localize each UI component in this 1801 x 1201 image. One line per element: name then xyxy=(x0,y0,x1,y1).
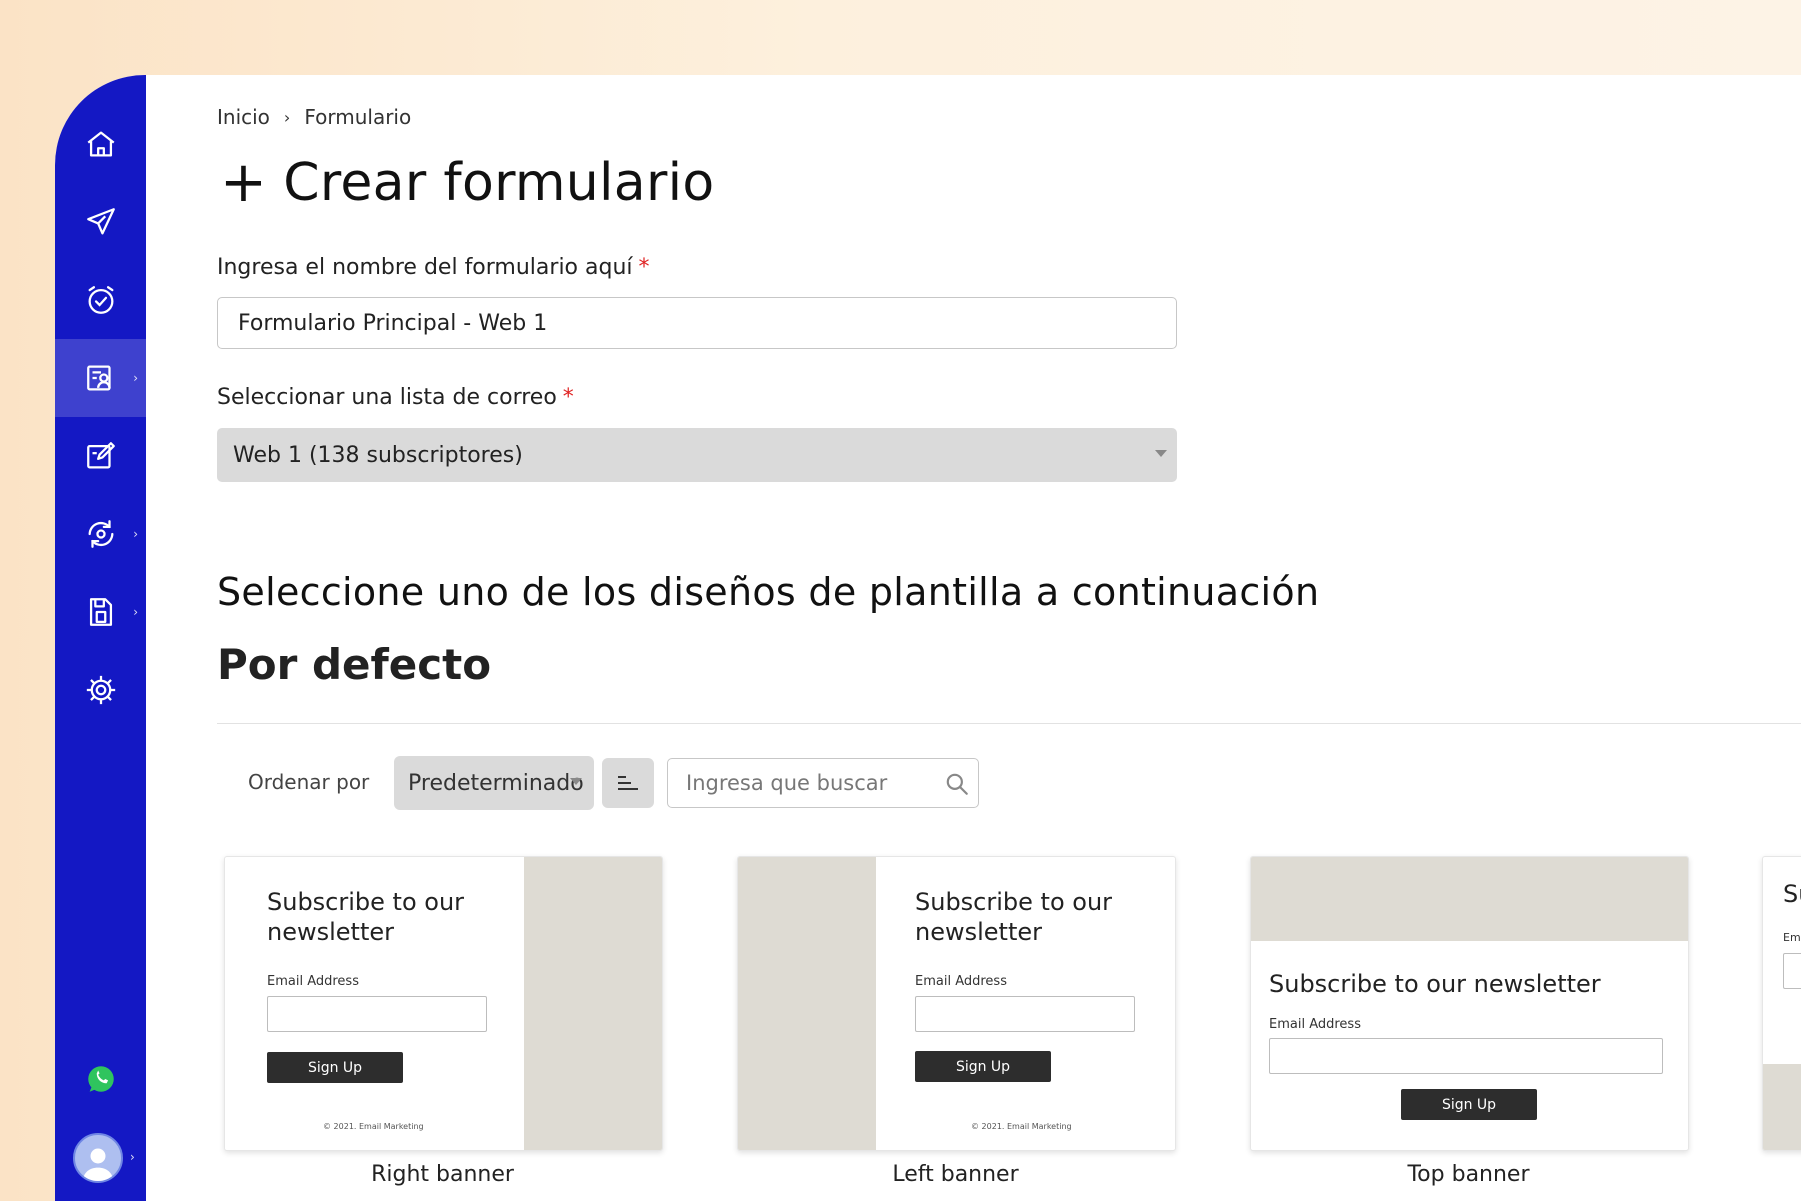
banner-image-placeholder xyxy=(524,857,662,1150)
sidebar-item-editor[interactable] xyxy=(55,417,146,495)
breadcrumb-item-current: Formulario xyxy=(304,105,412,129)
sort-select[interactable]: Predeterminado xyxy=(394,756,594,810)
chevron-right-icon: › xyxy=(130,1150,135,1164)
page-title: + Crear formulario xyxy=(220,150,715,215)
card-signup-button-preview: Sign Up xyxy=(915,1051,1051,1082)
card-email-input-preview xyxy=(1783,953,1801,989)
chevron-right-icon: › xyxy=(133,371,138,385)
sidebar-item-automation[interactable] xyxy=(55,261,146,339)
mail-list-select[interactable]: Web 1 (138 subscriptores) xyxy=(217,428,1177,482)
mail-list-label-text: Seleccionar una lista de correo xyxy=(217,385,557,410)
required-mark: * xyxy=(562,385,574,410)
form-name-label: Ingresa el nombre del formulario aquí * xyxy=(217,255,650,280)
user-avatar-icon[interactable] xyxy=(73,1133,123,1183)
template-name-right-banner: Right banner xyxy=(371,1162,514,1187)
sidebar: › › › › xyxy=(55,75,146,1201)
sidebar-item-home[interactable] xyxy=(55,105,146,183)
form-name-label-text: Ingresa el nombre del formulario aquí xyxy=(217,255,633,280)
template-card-left-banner[interactable]: Subscribe to our newsletter Email Addres… xyxy=(737,856,1176,1151)
breadcrumb-item-home[interactable]: Inicio xyxy=(217,105,270,129)
card-newsletter-title: Subscribe to our newsletter xyxy=(915,888,1113,946)
template-name-top-banner: Top banner xyxy=(1407,1162,1530,1187)
banner-image-placeholder xyxy=(1763,1064,1801,1150)
templates-section-title: Seleccione uno de los diseños de plantil… xyxy=(217,570,1320,614)
card-email-input-preview xyxy=(267,996,487,1032)
mail-list-label: Seleccionar una lista de correo * xyxy=(217,385,574,410)
card-email-label: Email Address xyxy=(1269,1017,1361,1032)
app-window: › › › › Inicio › Formulario + Crear form… xyxy=(55,75,1801,1201)
breadcrumb-separator: › xyxy=(283,107,291,127)
settings-gear-icon xyxy=(86,675,115,705)
template-card-top-banner[interactable]: Subscribe to our newsletter Email Addres… xyxy=(1250,856,1689,1151)
banner-image-placeholder xyxy=(738,857,876,1150)
card-signup-button-preview: Sign Up xyxy=(267,1052,403,1083)
form-user-icon xyxy=(86,365,111,391)
user-silhouette-icon xyxy=(83,1148,113,1181)
mail-list-select-value: Web 1 (138 subscriptores) xyxy=(233,442,523,468)
divider xyxy=(217,723,1801,724)
sort-label: Ordenar por xyxy=(248,770,370,794)
template-card-right-banner[interactable]: Subscribe to our newsletter Email Addres… xyxy=(224,856,663,1151)
search-icon[interactable] xyxy=(944,771,970,797)
whatsapp-icon[interactable] xyxy=(84,1062,118,1096)
plus-icon: + xyxy=(220,150,268,215)
alarm-check-icon xyxy=(88,286,113,314)
card-footer-text: © 2021. Email Marketing xyxy=(971,1122,1072,1131)
save-document-icon xyxy=(89,598,112,626)
template-card-partial[interactable]: Su Em xyxy=(1762,856,1801,1151)
home-icon xyxy=(87,131,114,157)
dropdown-caret-icon xyxy=(570,778,582,785)
chevron-right-icon: › xyxy=(133,527,138,541)
sidebar-item-forms[interactable]: › xyxy=(55,339,146,417)
sort-order-icon xyxy=(618,776,638,790)
card-newsletter-title: Subscribe to our newsletter xyxy=(267,888,465,946)
edit-square-icon xyxy=(86,442,115,469)
template-search-input[interactable] xyxy=(667,758,979,808)
templates-group-title: Por defecto xyxy=(217,640,492,689)
card-signup-button-preview: Sign Up xyxy=(1401,1089,1537,1120)
banner-image-placeholder xyxy=(1251,857,1688,941)
required-mark: * xyxy=(638,255,650,280)
main-content: Inicio › Formulario + Crear formulario I… xyxy=(146,75,1801,1201)
sidebar-item-templates[interactable]: › xyxy=(55,573,146,651)
sidebar-item-settings[interactable] xyxy=(55,651,146,729)
card-email-input-preview xyxy=(1269,1038,1663,1074)
card-footer-text: © 2021. Email Marketing xyxy=(323,1122,424,1131)
sync-icon xyxy=(88,520,113,548)
card-email-input-preview xyxy=(915,996,1135,1032)
form-name-input[interactable] xyxy=(217,297,1177,349)
card-newsletter-title: Su xyxy=(1783,880,1801,908)
card-email-label: Email Address xyxy=(267,974,359,989)
chevron-right-icon: › xyxy=(133,605,138,619)
card-email-label: Em xyxy=(1783,931,1801,944)
sidebar-item-integrations[interactable]: › xyxy=(55,495,146,573)
send-icon xyxy=(86,208,115,235)
page-title-text: Crear formulario xyxy=(283,152,715,213)
breadcrumb: Inicio › Formulario xyxy=(217,105,411,129)
sidebar-item-campaigns[interactable] xyxy=(55,183,146,261)
dropdown-caret-icon xyxy=(1155,450,1167,457)
card-email-label: Email Address xyxy=(915,974,1007,989)
sort-select-value: Predeterminado xyxy=(408,770,584,796)
card-newsletter-title: Subscribe to our newsletter xyxy=(1269,970,1601,998)
template-name-left-banner: Left banner xyxy=(892,1162,1019,1187)
sort-order-button[interactable] xyxy=(602,758,654,808)
